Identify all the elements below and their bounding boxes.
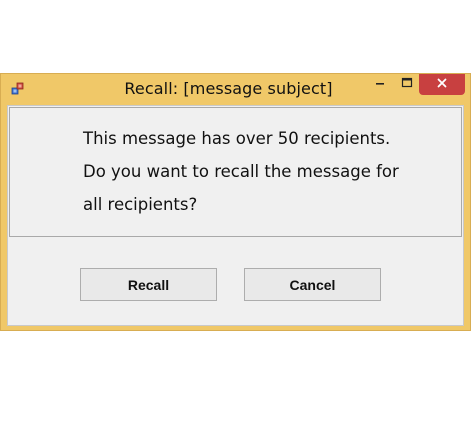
cancel-button[interactable]: Cancel (244, 268, 381, 301)
message-panel: This message has over 50 recipients. Do … (9, 107, 462, 237)
recall-dialog-window: Recall: [message subject] This message h… (0, 73, 471, 331)
close-button[interactable] (419, 74, 465, 95)
message-line-2: Do you want to recall the message for (83, 162, 399, 181)
minimize-button[interactable] (367, 74, 393, 95)
message-line-3: all recipients? (83, 195, 198, 214)
maximize-button[interactable] (394, 74, 420, 95)
window-title: Recall: [message subject] (124, 79, 333, 98)
app-icon[interactable] (11, 82, 25, 96)
title-bar[interactable]: Recall: [message subject] (1, 74, 470, 105)
recall-button[interactable]: Recall (80, 268, 217, 301)
dialog-body: This message has over 50 recipients. Do … (7, 105, 464, 326)
close-icon (436, 76, 448, 94)
message-line-1: This message has over 50 recipients. (83, 129, 391, 148)
maximize-icon (401, 76, 413, 94)
minimize-icon (374, 76, 386, 94)
